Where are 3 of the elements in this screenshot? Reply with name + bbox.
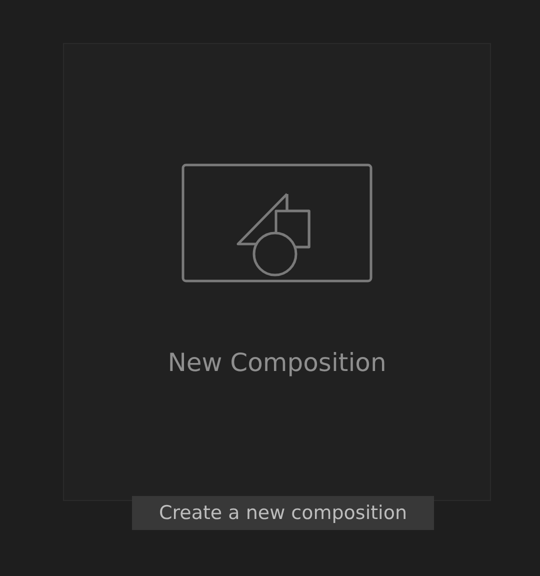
shapes-icon — [181, 163, 373, 283]
new-composition-button[interactable]: New Composition — [63, 43, 491, 501]
tooltip: Create a new composition — [132, 496, 434, 530]
